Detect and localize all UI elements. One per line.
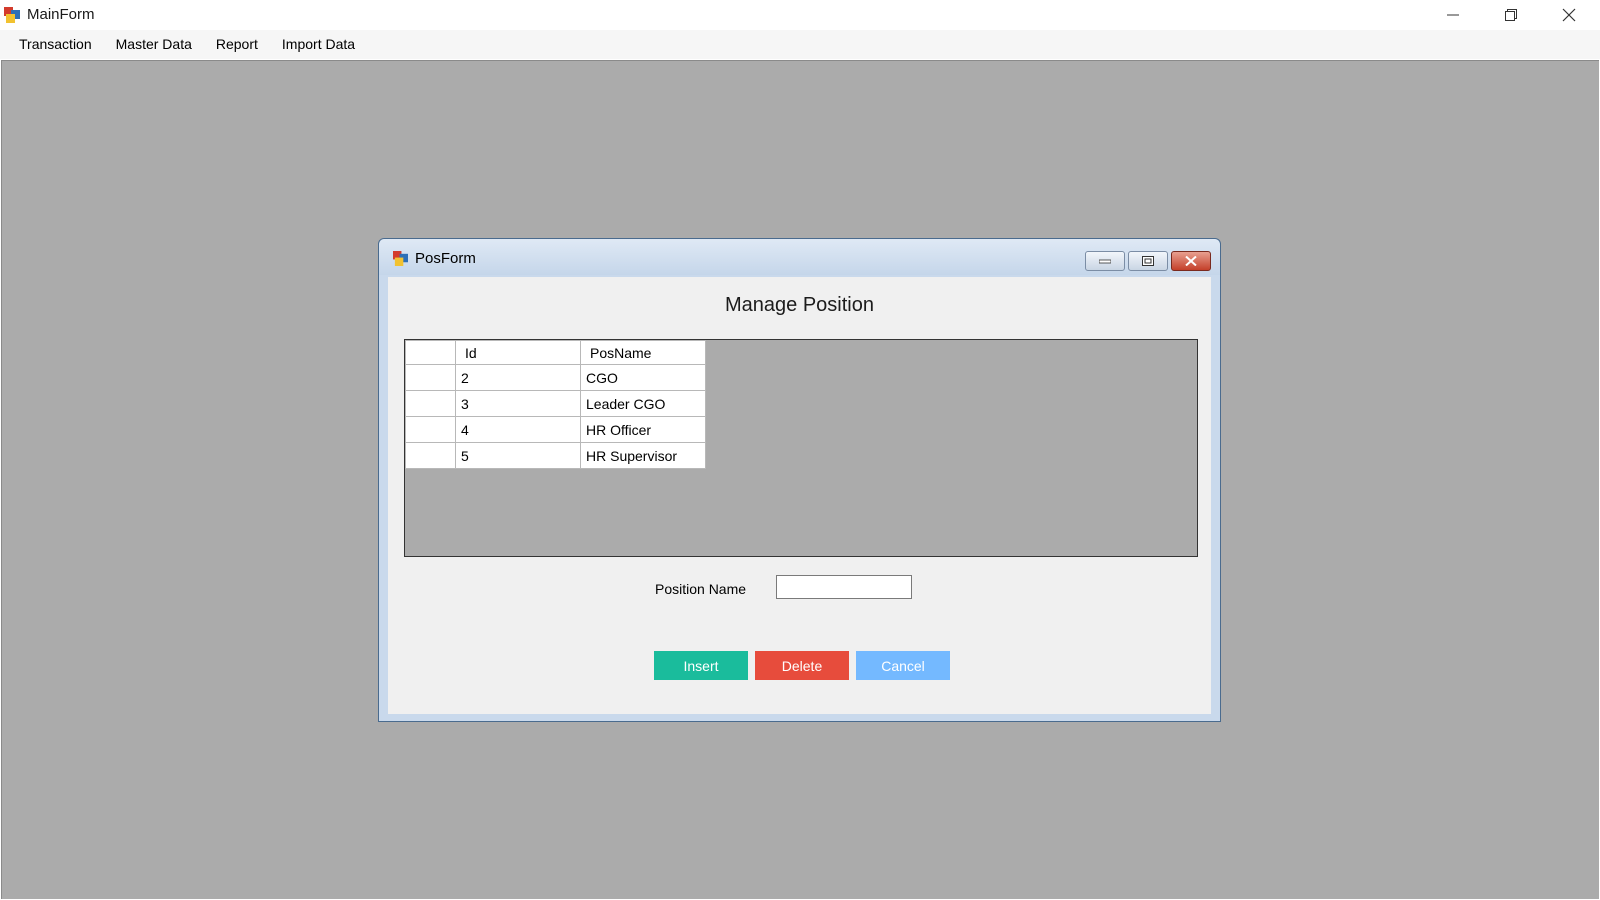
cell-id[interactable]: 5 (455, 442, 581, 469)
row-header[interactable] (405, 416, 456, 443)
table-row[interactable]: 2 CGO (405, 364, 706, 391)
minimize-button[interactable] (1424, 0, 1482, 30)
table-row[interactable]: 5 HR Supervisor (405, 442, 706, 469)
position-name-input[interactable] (776, 575, 912, 599)
close-window-button[interactable] (1540, 0, 1598, 30)
position-name-label: Position Name (655, 581, 747, 597)
cancel-button[interactable]: Cancel (856, 651, 950, 680)
grid-header-row: Id PosName (405, 340, 706, 365)
table-row[interactable]: 3 Leader CGO (405, 390, 706, 417)
cell-posname[interactable]: HR Supervisor (580, 442, 706, 469)
close-icon (1185, 256, 1197, 266)
minimize-icon (1447, 14, 1459, 16)
menu-bar: Transaction Master Data Report Import Da… (0, 30, 1600, 59)
child-minimize-button[interactable] (1085, 251, 1125, 271)
position-grid[interactable]: Id PosName 2 CGO 3 Leader CGO 4 HR Offic… (404, 339, 1198, 557)
cell-posname[interactable]: HR Officer (580, 416, 706, 443)
child-close-button[interactable] (1171, 251, 1211, 271)
table-row[interactable]: 4 HR Officer (405, 416, 706, 443)
pos-form-title-bar[interactable]: PosForm (379, 239, 1220, 275)
window-title: MainForm (27, 6, 95, 23)
position-table: Id PosName 2 CGO 3 Leader CGO 4 HR Offic… (405, 340, 706, 469)
cell-id[interactable]: 4 (455, 416, 581, 443)
cell-id[interactable]: 2 (455, 364, 581, 391)
app-form-icon (393, 251, 408, 266)
maximize-icon (1142, 256, 1154, 266)
main-title-bar: MainForm (0, 0, 1600, 30)
pos-form-title: PosForm (415, 250, 476, 267)
restore-icon (1505, 9, 1517, 21)
menu-report[interactable]: Report (204, 30, 270, 59)
menu-import-data[interactable]: Import Data (270, 30, 367, 59)
row-header[interactable] (405, 364, 456, 391)
menu-master-data[interactable]: Master Data (104, 30, 204, 59)
column-header-id[interactable]: Id (455, 340, 581, 365)
child-maximize-button[interactable] (1128, 251, 1168, 271)
row-header[interactable] (405, 390, 456, 417)
cell-posname[interactable]: Leader CGO (580, 390, 706, 417)
menu-transaction[interactable]: Transaction (7, 30, 104, 59)
row-header[interactable] (405, 442, 456, 469)
insert-button[interactable]: Insert (654, 651, 748, 680)
delete-button[interactable]: Delete (755, 651, 849, 680)
column-header-posname[interactable]: PosName (580, 340, 706, 365)
pos-form-window: PosForm Manage Position Id PosName 2 CGO… (378, 238, 1221, 722)
app-form-icon (4, 7, 20, 23)
minimize-icon (1099, 259, 1111, 264)
grid-corner-header[interactable] (405, 340, 456, 365)
form-heading: Manage Position (725, 294, 874, 316)
close-icon (1562, 8, 1576, 22)
pos-form-body: Manage Position Id PosName 2 CGO 3 Leade… (388, 277, 1211, 714)
restore-button[interactable] (1482, 0, 1540, 30)
cell-posname[interactable]: CGO (580, 364, 706, 391)
cell-id[interactable]: 3 (455, 390, 581, 417)
